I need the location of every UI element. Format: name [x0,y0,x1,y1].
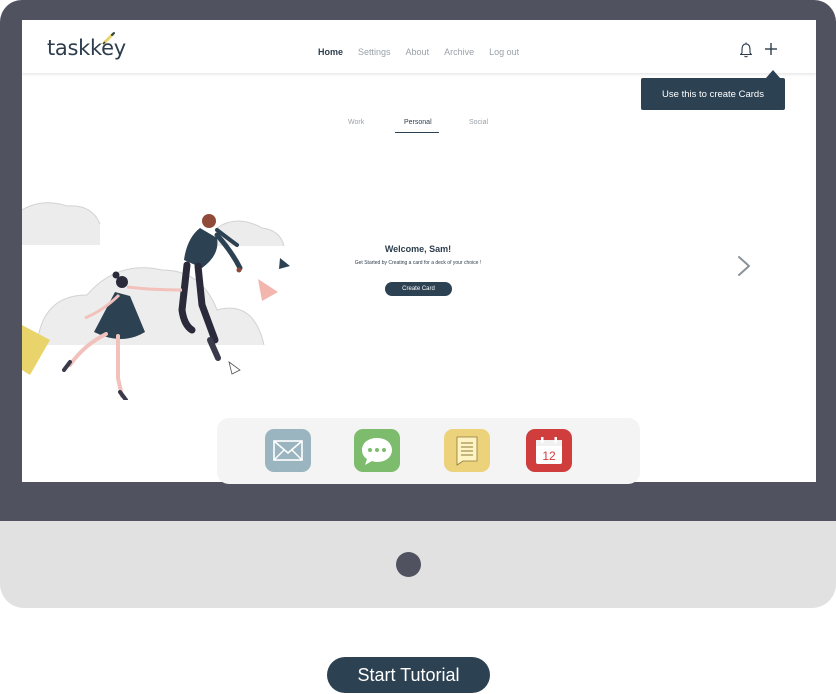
dock-app-messages[interactable] [354,429,400,472]
create-card-button[interactable]: Create Card [385,282,452,296]
tab-social[interactable]: Social [469,119,488,126]
app-screen: taskkey Home Settings About Archive Log … [22,20,816,482]
nav-archive[interactable]: Archive [444,47,474,57]
note-icon [456,436,478,466]
dock-app-mail[interactable] [265,429,311,472]
plus-icon[interactable] [763,41,779,57]
active-tab-indicator [395,132,439,133]
nav-about[interactable]: About [406,47,430,57]
calendar-day-number: 12 [542,449,556,463]
welcome-subtitle: Get Started by Creating a card for a dec… [354,260,482,266]
dock-app-notes[interactable] [444,429,490,472]
main-nav: Home Settings About Archive Log out [318,47,519,57]
calendar-icon: 12 [536,437,562,464]
chevron-right-icon[interactable] [735,254,753,278]
monitor-power-button[interactable] [396,552,421,577]
chat-bubble-icon [362,438,392,465]
deck-tabs: Work Personal Social [332,119,522,135]
dancing-couple-illustration [22,202,290,400]
bell-icon[interactable] [739,42,753,58]
logo-pencil-icon [102,32,115,45]
tab-work[interactable]: Work [348,119,364,126]
start-tutorial-button[interactable]: Start Tutorial [327,657,490,693]
welcome-heading: Welcome, Sam! [384,244,452,254]
dock-app-calendar[interactable]: 12 [526,429,572,472]
top-navbar: taskkey Home Settings About Archive Log … [22,20,816,73]
envelope-icon [273,440,303,461]
app-dock: 12 [217,418,640,484]
tab-personal[interactable]: Personal [404,119,432,126]
tooltip-pointer [766,70,780,78]
nav-home[interactable]: Home [318,47,343,57]
create-cards-tooltip: Use this to create Cards [641,78,785,110]
nav-settings[interactable]: Settings [358,47,391,57]
nav-logout[interactable]: Log out [489,47,519,57]
